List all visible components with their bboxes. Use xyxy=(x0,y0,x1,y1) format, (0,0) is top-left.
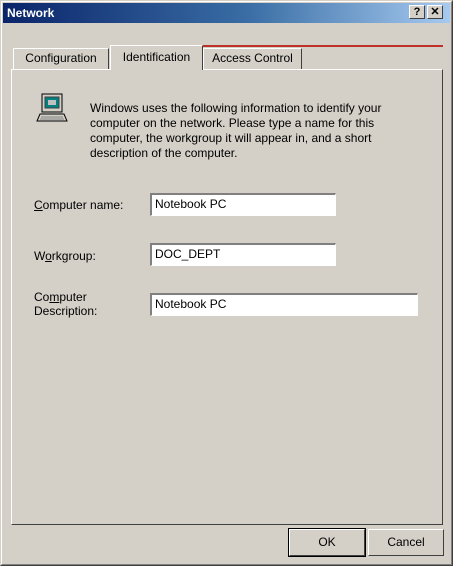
identification-panel: Windows uses the following information t… xyxy=(11,69,443,525)
tab-identification[interactable]: Identification xyxy=(110,45,203,70)
window-title: Network xyxy=(7,6,55,20)
workgroup-input[interactable]: DOC_DEPT xyxy=(150,243,336,266)
workgroup-label: Workgroup: xyxy=(34,249,96,263)
computer-description-input[interactable]: Notebook PC xyxy=(150,293,418,316)
computer-icon xyxy=(36,93,68,122)
title-bar[interactable]: Network ? ✕ xyxy=(3,3,450,23)
tab-access-control[interactable]: Access Control xyxy=(203,48,302,69)
computer-name-label: Computer name: xyxy=(34,198,124,212)
network-dialog: Network ? ✕ Configuration Identification… xyxy=(0,0,453,566)
tab-configuration[interactable]: Configuration xyxy=(13,48,109,69)
identification-description: Windows uses the following information t… xyxy=(90,101,382,160)
help-button[interactable]: ? xyxy=(409,5,425,19)
accent-line xyxy=(201,45,443,47)
cancel-button[interactable]: Cancel xyxy=(368,529,444,556)
close-button[interactable]: ✕ xyxy=(427,5,443,19)
computer-description-label: Computer Description: xyxy=(34,290,98,318)
computer-name-input[interactable]: Notebook PC xyxy=(150,193,336,216)
ok-button[interactable]: OK xyxy=(288,528,366,557)
